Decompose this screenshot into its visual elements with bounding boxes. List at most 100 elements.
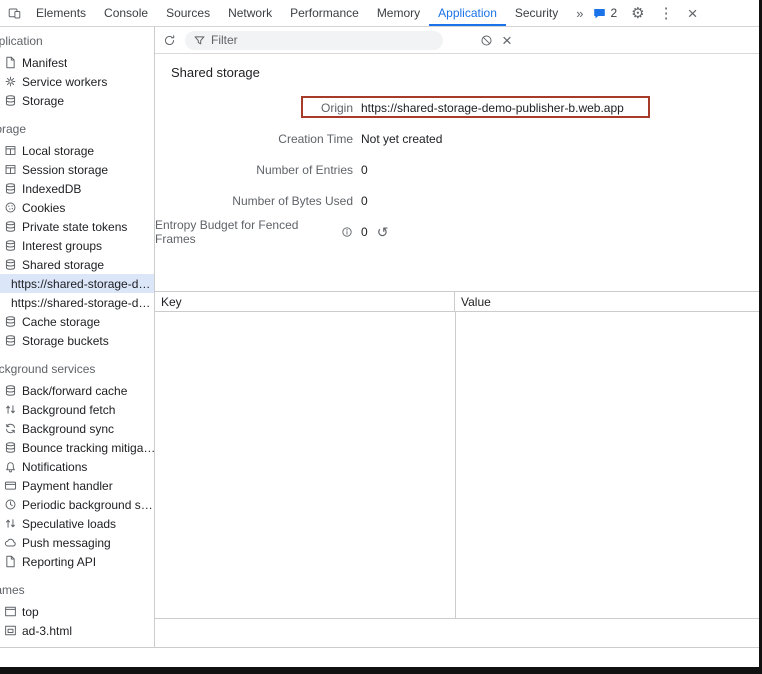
card-icon [3, 479, 17, 492]
cookie-icon [3, 201, 17, 214]
clock-icon [3, 498, 17, 511]
sidebar-item-label: https://shared-storage-d… [11, 277, 150, 291]
metadata-label: Origin [155, 101, 361, 115]
sidebar-item-push-messaging[interactable]: Push messaging [0, 533, 154, 552]
devtools-body: ApplicationManifestService workersStorag… [0, 27, 762, 648]
sidebar-item-indexeddb[interactable]: IndexedDB [0, 179, 154, 198]
tab-strip: ElementsConsoleSourcesNetworkPerformance… [27, 0, 567, 26]
document-icon [3, 56, 17, 69]
sidebar-item-shared-storage[interactable]: Shared storage [0, 255, 154, 274]
settings-gear-icon[interactable]: ⚙ [631, 6, 644, 21]
delete-all-icon[interactable] [480, 34, 493, 47]
sidebar-item-ad-3-html[interactable]: ad-3.html [0, 621, 154, 640]
sidebar-item-speculative-loads[interactable]: Speculative loads [0, 514, 154, 533]
filter-box[interactable] [185, 31, 443, 50]
sidebar-item-https-shared-storage-d[interactable]: https://shared-storage-d… [0, 293, 154, 312]
sidebar-item-label: Bounce tracking mitiga… [22, 441, 154, 455]
database-icon [3, 315, 17, 328]
metadata-row-creation-time: Creation Time Not yet created [155, 123, 762, 154]
tab-security[interactable]: Security [506, 0, 567, 26]
column-header-key[interactable]: Key [155, 292, 455, 311]
sidebar-item-notifications[interactable]: Notifications [0, 457, 154, 476]
sidebar-item-reporting-api[interactable]: Reporting API [0, 552, 154, 571]
sidebar-item-https-shared-storage-d[interactable]: https://shared-storage-d… [0, 274, 154, 293]
metadata-value-text: 0 [361, 194, 368, 208]
column-header-value[interactable]: Value [455, 292, 762, 311]
metadata-label-text: Entropy Budget for Fenced Frames [155, 218, 336, 246]
sidebar-item-label: Background fetch [22, 403, 115, 417]
tab-console[interactable]: Console [95, 0, 157, 26]
updown-icon [3, 403, 17, 416]
bell-icon [3, 460, 17, 473]
updown-icon [3, 517, 17, 530]
filter-input[interactable] [211, 33, 435, 47]
sidebar-item-label: Reporting API [22, 555, 96, 569]
sidebar-item-bounce-tracking-mitiga[interactable]: Bounce tracking mitiga… [0, 438, 154, 457]
refresh-icon[interactable] [163, 34, 176, 47]
sidebar-item-interest-groups[interactable]: Interest groups [0, 236, 154, 255]
metadata-label-text: Number of Bytes Used [232, 194, 353, 208]
metadata-value: Not yet created [361, 132, 442, 146]
column-divider [455, 312, 456, 618]
reset-budget-icon[interactable]: ↺ [377, 225, 389, 239]
sidebar-item-local-storage[interactable]: Local storage [0, 141, 154, 160]
database-icon [3, 220, 17, 233]
database-icon [3, 258, 17, 271]
toggle-device-toolbar-icon[interactable] [8, 7, 21, 20]
more-options-icon[interactable]: ⋮ [659, 6, 674, 21]
database-icon [3, 239, 17, 252]
tab-network[interactable]: Network [219, 0, 281, 26]
metadata-value: https://shared-storage-demo-publisher-b.… [361, 101, 624, 115]
metadata-label-text: Creation Time [278, 132, 353, 146]
sidebar-item-private-state-tokens[interactable]: Private state tokens [0, 217, 154, 236]
document-icon [3, 555, 17, 568]
datagrid-body [155, 312, 762, 619]
sidebar-item-cookies[interactable]: Cookies [0, 198, 154, 217]
sidebar-item-label: Local storage [22, 144, 94, 158]
info-icon[interactable] [341, 226, 353, 238]
sidebar-item-payment-handler[interactable]: Payment handler [0, 476, 154, 495]
sidebar-item-session-storage[interactable]: Session storage [0, 160, 154, 179]
sidebar-item-label: IndexedDB [22, 182, 81, 196]
sidebar-item-top[interactable]: top [0, 602, 154, 621]
metadata-row-entropy-budget-for-fenced-frames: Entropy Budget for Fenced Frames 0↺ [155, 216, 762, 247]
sidebar-item-storage[interactable]: Storage [0, 91, 154, 110]
metadata-value: 0 [361, 163, 368, 177]
sidebar-section-frames: Frames [0, 582, 154, 599]
database-icon [3, 94, 17, 107]
sidebar-item-label: Service workers [22, 75, 107, 89]
issues-counter[interactable]: 2 [593, 6, 617, 20]
sidebar-item-storage-buckets[interactable]: Storage buckets [0, 331, 154, 350]
metadata-label: Number of Entries [155, 163, 361, 177]
grid-icon [3, 144, 17, 157]
metadata-label: Entropy Budget for Fenced Frames [155, 218, 361, 246]
issues-icon [593, 7, 606, 20]
sidebar-item-service-workers[interactable]: Service workers [0, 72, 154, 91]
tab-application[interactable]: Application [429, 0, 506, 26]
metadata-value: 0 [361, 194, 368, 208]
tab-performance[interactable]: Performance [281, 0, 368, 26]
database-icon [3, 182, 17, 195]
sidebar-item-back-forward-cache[interactable]: Back/forward cache [0, 381, 154, 400]
sidebar-item-label: Speculative loads [22, 517, 116, 531]
close-devtools-icon[interactable]: × [688, 5, 698, 22]
tab-sources[interactable]: Sources [157, 0, 219, 26]
tab-elements[interactable]: Elements [27, 0, 95, 26]
metadata-value-text: Not yet created [361, 132, 442, 146]
sidebar-section-background-services: Background services [0, 361, 154, 378]
grid-icon [3, 163, 17, 176]
sidebar-item-label: Private state tokens [22, 220, 127, 234]
sidebar-item-background-fetch[interactable]: Background fetch [0, 400, 154, 419]
metadata-label-text: Number of Entries [256, 163, 353, 177]
more-tabs-button[interactable]: » [567, 0, 593, 26]
sidebar-item-label: Notifications [22, 460, 87, 474]
sidebar-item-cache-storage[interactable]: Cache storage [0, 312, 154, 331]
sidebar-item-periodic-background-s[interactable]: Periodic background s… [0, 495, 154, 514]
close-icon[interactable]: × [502, 32, 512, 49]
sidebar-item-label: Storage [22, 94, 64, 108]
sidebar-item-manifest[interactable]: Manifest [0, 53, 154, 72]
tab-memory[interactable]: Memory [368, 0, 429, 26]
devtools-tabbar: ElementsConsoleSourcesNetworkPerformance… [0, 0, 762, 27]
sidebar-item-background-sync[interactable]: Background sync [0, 419, 154, 438]
metadata-value: 0↺ [361, 225, 388, 239]
